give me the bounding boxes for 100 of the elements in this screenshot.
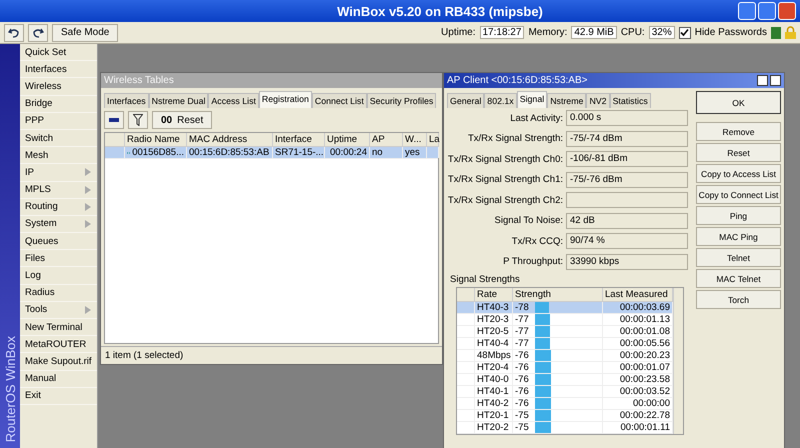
undo-button[interactable] xyxy=(4,24,24,42)
reset-button[interactable]: 00 Reset xyxy=(152,111,212,129)
tab[interactable]: NV2 xyxy=(586,93,610,108)
dialog-button[interactable]: Remove xyxy=(696,122,781,141)
value-field: 33990 kbps xyxy=(566,254,688,270)
menu-item[interactable]: Bridge xyxy=(20,96,97,113)
safe-mode-button[interactable]: Safe Mode xyxy=(52,24,118,42)
dialog-button[interactable]: MAC Telnet xyxy=(696,269,781,288)
redo-button[interactable] xyxy=(28,24,48,42)
table-cell: HT20-5 xyxy=(477,326,509,337)
table-cell: HT20-3 xyxy=(477,314,509,325)
field-label: Tx/Rx Signal Strength Ch0: xyxy=(446,154,564,165)
table-row[interactable]: HT20-1 -75 00:00:22.78 xyxy=(457,410,673,422)
tab[interactable]: Security Profiles xyxy=(366,93,436,108)
table-row[interactable]: 00156D85... 00:15:6D:85:53:AB SR71-15-... 00:00:24 no yes xyxy=(105,147,438,159)
menu-item[interactable]: MetaROUTER xyxy=(20,336,97,354)
dialog-button[interactable]: Reset xyxy=(696,143,781,162)
close-button[interactable] xyxy=(770,75,781,86)
table-row[interactable]: HT20-3 -77 00:00:01.13 xyxy=(457,314,673,326)
dialog-button[interactable]: Ping xyxy=(696,206,781,225)
window-titlebar: AP Client <00:15:6D:85:53:AB> xyxy=(444,73,784,88)
menu-item[interactable]: Quick Set xyxy=(20,44,97,62)
table-cell: HT40-2 xyxy=(477,398,509,409)
scrollbar[interactable] xyxy=(673,288,683,434)
menu-item[interactable]: Mesh xyxy=(20,147,97,164)
status-square-icon xyxy=(771,26,781,38)
menu-item[interactable]: Queues xyxy=(20,233,97,250)
table-cell-text: -76 xyxy=(515,350,530,361)
table-cell-text: -76 xyxy=(515,362,530,373)
table-row[interactable]: 48Mbps -76 00:00:20.23 xyxy=(457,350,673,362)
dialog-button[interactable]: Copy to Connect List xyxy=(696,185,781,204)
minimize-button[interactable] xyxy=(738,2,756,20)
menu-item[interactable]: MPLS xyxy=(20,182,97,199)
menu-item[interactable]: Interfaces xyxy=(20,61,97,78)
tab[interactable]: Nstreme Dual xyxy=(148,93,208,108)
table-cell: HT20-4 xyxy=(477,362,509,373)
dialog-button[interactable]: MAC Ping xyxy=(696,227,781,246)
minus-icon xyxy=(109,118,119,122)
hide-passwords-label: Hide Passwords xyxy=(694,27,767,38)
menu-item[interactable]: Tools xyxy=(20,302,97,319)
menu-item[interactable]: Manual xyxy=(20,370,97,388)
maximize-button[interactable] xyxy=(757,75,768,86)
table-row[interactable]: HT20-4 -76 00:00:01.07 xyxy=(457,362,673,374)
table-cell: 48Mbps xyxy=(477,350,511,361)
tab[interactable]: Signal xyxy=(516,91,548,108)
menu-item[interactable]: Switch xyxy=(20,130,97,148)
menu-item[interactable]: Make Supout.rif xyxy=(20,353,97,371)
field-label: P Throughput: xyxy=(502,256,564,268)
table-row[interactable]: HT40-4 -77 00:00:05.56 xyxy=(457,338,673,350)
table-cell-text: -75 xyxy=(515,422,530,433)
tab[interactable]: Access List xyxy=(208,93,259,108)
remove-button[interactable] xyxy=(104,111,124,129)
menu-item[interactable]: PPP xyxy=(20,112,97,130)
table-cell: 00:15:6D:85:53:AB xyxy=(189,147,270,158)
menu-item[interactable]: IP xyxy=(20,164,97,182)
table-cell: HT40-3 xyxy=(477,302,509,313)
cpu-value: 32% xyxy=(648,26,675,39)
tab[interactable]: Registration xyxy=(258,91,312,108)
tab[interactable]: Statistics xyxy=(610,93,651,108)
undo-icon xyxy=(8,26,20,38)
table-row[interactable]: HT40-1 -76 00:00:03.52 xyxy=(457,386,673,398)
table-row[interactable]: HT20-2 -75 00:00:01.11 xyxy=(457,422,673,434)
hide-passwords-checkbox[interactable] xyxy=(678,26,691,38)
tab[interactable]: General xyxy=(447,93,484,108)
table-cell-text: -76 xyxy=(515,398,530,409)
table-cell: 00:00:22.78 xyxy=(620,410,670,421)
menu-item[interactable]: Log xyxy=(20,267,97,285)
table-row[interactable]: HT20-5 -77 00:00:01.08 xyxy=(457,326,673,338)
tab[interactable]: Nstreme xyxy=(547,93,586,108)
dialog-button[interactable]: Telnet xyxy=(696,248,781,267)
tab[interactable]: 802.1x xyxy=(484,93,517,108)
tab[interactable]: Interfaces xyxy=(104,93,149,108)
menu-item[interactable]: Routing xyxy=(20,198,97,216)
field-label: Tx/Rx Signal Strength: xyxy=(466,133,564,144)
menu-item[interactable]: System xyxy=(20,216,97,234)
table-cell-text: -77 xyxy=(515,338,530,349)
table-row[interactable]: HT40-0 -76 00:00:23.58 xyxy=(457,374,673,386)
filter-icon xyxy=(133,114,143,126)
value-field: 42 dB xyxy=(566,212,688,229)
tab[interactable]: Connect List xyxy=(312,93,367,108)
menu-item[interactable]: New Terminal xyxy=(20,319,97,336)
table-row[interactable]: HT40-3 -78 00:00:03.69 xyxy=(457,302,673,314)
menu-item[interactable]: Exit xyxy=(20,388,97,405)
field-label: Tx/Rx CCQ: xyxy=(510,236,564,247)
table-cell: 00156D85... xyxy=(132,147,184,158)
dialog-button[interactable]: Torch xyxy=(696,290,781,309)
dialog-button[interactable]: OK xyxy=(696,91,781,114)
table-cell: 00:00:01.11 xyxy=(620,422,670,433)
table-cell: 00:00:00 xyxy=(633,398,670,409)
table-cell-text: -75 xyxy=(515,410,530,421)
table-cell-text: -78 xyxy=(515,302,530,313)
table-row[interactable]: HT40-2 -76 00:00:00 xyxy=(457,398,673,410)
group-title: Signal Strengths xyxy=(449,273,521,287)
menu-item[interactable]: Radius xyxy=(20,284,97,302)
menu-item[interactable]: Files xyxy=(20,250,97,268)
table-cell: 00:00:03.69 xyxy=(620,302,670,313)
filter-button[interactable] xyxy=(128,111,148,129)
table-cell-text: -76 xyxy=(515,386,530,397)
dialog-button[interactable]: Copy to Access List xyxy=(696,164,781,183)
menu-item[interactable]: Wireless xyxy=(20,78,97,96)
